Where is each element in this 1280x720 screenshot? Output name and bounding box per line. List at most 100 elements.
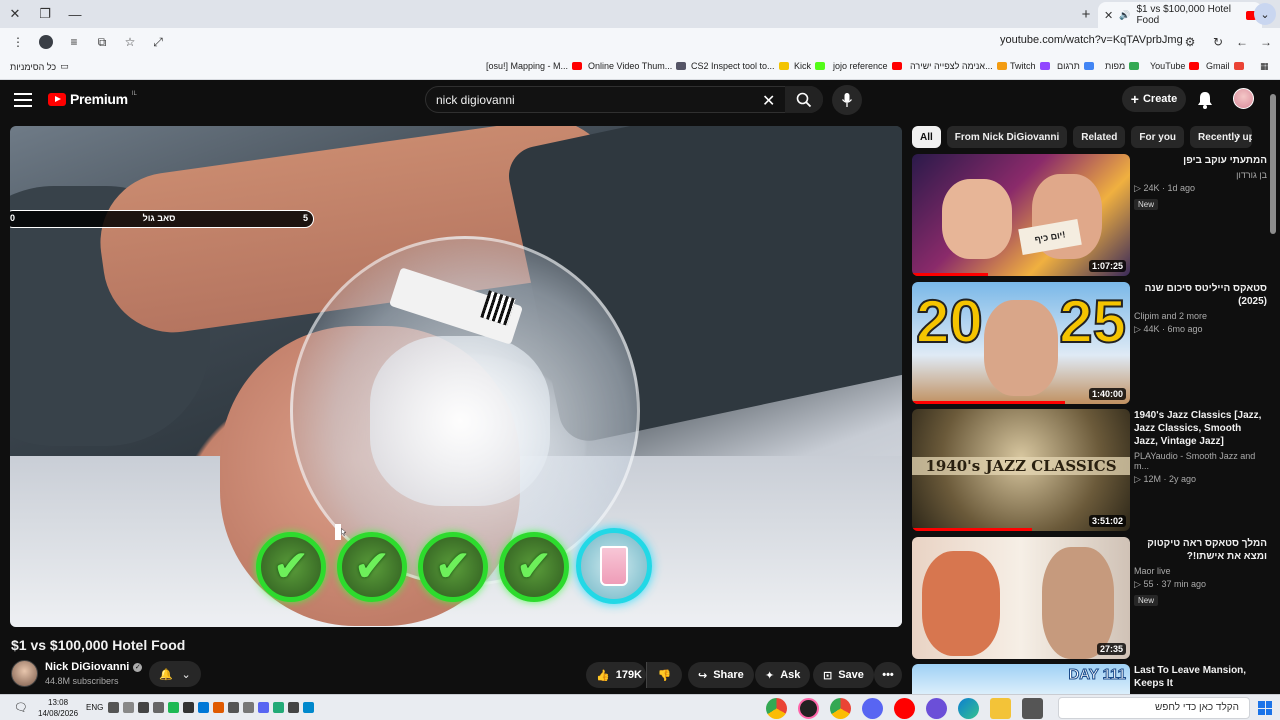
video-thumbnail[interactable]: יום כיף! 1:07:25	[912, 154, 1130, 276]
video-thumbnail[interactable]: 1940's JAZZ CLASSICS 3:51:02	[912, 409, 1130, 531]
bookmark-item[interactable]: Online Video Thum...	[588, 61, 687, 71]
tray-icon[interactable]	[243, 702, 254, 713]
bookmark-item[interactable]: תרגום	[1057, 61, 1094, 71]
bookmark-item[interactable]: YouTube	[1150, 61, 1200, 71]
subscription-bell-button[interactable]: 🔔 ⌄	[149, 661, 201, 687]
ask-button[interactable]: ✦ Ask	[755, 662, 811, 688]
language-indicator[interactable]: ENG	[86, 703, 103, 712]
restore-window-icon[interactable]: ❐	[30, 0, 60, 28]
new-badge: New	[1134, 199, 1159, 210]
tray-icon[interactable]	[108, 702, 119, 713]
clear-search-icon[interactable]: ✕	[762, 91, 775, 111]
app-icon[interactable]	[926, 698, 947, 719]
page-scrollbar[interactable]	[1270, 94, 1276, 694]
new-tab-button[interactable]: +	[1076, 4, 1096, 24]
recommended-video[interactable]: 1940's JAZZ CLASSICS 3:51:02 1940's Jazz…	[912, 409, 1267, 531]
youtube-premium-logo[interactable]: Premium IL	[48, 91, 137, 107]
share-button[interactable]: ↪ Share	[688, 662, 754, 688]
minimize-window-icon[interactable]: —	[60, 0, 90, 28]
bookmark-item[interactable]: CS2 Inspect tool to...	[691, 61, 789, 71]
bookmark-item[interactable]: [osu!] Mapping - M...	[486, 61, 583, 71]
url-text[interactable]: youtube.com/watch?v=KqTAVprbJmg	[1000, 34, 1183, 46]
file-explorer-icon[interactable]	[990, 698, 1011, 719]
video-thumbnail[interactable]: 27:35	[912, 537, 1130, 659]
bookmark-item[interactable]: מפות	[1105, 61, 1140, 71]
recommended-video[interactable]: 27:35 המלך סטאקס ראה טיקטוק ומצא את אישת…	[912, 537, 1267, 659]
tray-icon[interactable]	[213, 702, 224, 713]
tray-icon[interactable]	[198, 702, 209, 713]
tab-title: $1 vs $100,000 Hotel Food	[1136, 4, 1231, 26]
chip-all[interactable]: All	[912, 126, 941, 148]
channel-avatar[interactable]	[11, 660, 38, 687]
create-button[interactable]: + Create	[1122, 86, 1186, 112]
channel-name[interactable]: Nick DiGiovanni ✓	[45, 661, 143, 673]
notifications-icon[interactable]: 🗨	[14, 701, 28, 714]
osu-icon[interactable]	[798, 698, 819, 719]
youtube-music-icon[interactable]	[894, 698, 915, 719]
tray-icon[interactable]	[258, 702, 269, 713]
tray-icon[interactable]	[168, 702, 179, 713]
tab-search-icon[interactable]: ⌄	[1254, 3, 1276, 25]
extensions-icon[interactable]: ⧉	[90, 30, 114, 54]
apps-grid-icon[interactable]: ▦	[1260, 61, 1269, 72]
notifications-bell-icon[interactable]	[1194, 89, 1216, 111]
windows-start-icon[interactable]	[1258, 701, 1272, 715]
install-app-icon[interactable]: ⤢	[146, 30, 170, 54]
bookmark-item[interactable]: אנימה לצפייה ישירה...	[910, 61, 1007, 71]
bookmark-item[interactable]: Twitch	[1010, 61, 1050, 71]
bookmark-item[interactable]: Gmail	[1206, 61, 1244, 71]
search-box[interactable]: nick digiovanni ✕	[425, 86, 823, 113]
account-avatar[interactable]	[1233, 88, 1254, 109]
voice-search-button[interactable]	[832, 85, 862, 115]
all-bookmarks[interactable]: כל הסימניות ▭	[10, 61, 69, 72]
more-actions-button[interactable]: •••	[874, 662, 902, 688]
guide-menu-icon[interactable]	[14, 90, 34, 110]
system-clock[interactable]: 13:08 14/08/2026	[38, 697, 78, 719]
video-thumbnail[interactable]: DAY 111	[912, 664, 1130, 694]
tray-icon[interactable]	[273, 702, 284, 713]
back-icon[interactable]: ←	[1230, 30, 1254, 54]
chip-for-you[interactable]: For you	[1131, 126, 1185, 148]
recommended-video[interactable]: DAY 111 Last To Leave Mansion, Keeps It	[912, 664, 1267, 694]
recommended-video[interactable]: 20 25 1:40:00 סטאקס הייליטס סיכום שנה (2…	[912, 282, 1267, 404]
chip-from-channel[interactable]: From Nick DiGiovanni	[946, 126, 1068, 148]
tray-icon[interactable]	[303, 702, 314, 713]
tray-icon[interactable]	[123, 702, 134, 713]
tab-close-icon[interactable]: ✕	[1104, 9, 1113, 22]
like-button[interactable]: 👍 179K	[586, 662, 646, 688]
edge-icon[interactable]	[958, 698, 979, 719]
recommended-video[interactable]: יום כיף! 1:07:25 המתעתי עוקב ביפן בן גור…	[912, 154, 1267, 276]
search-input[interactable]: nick digiovanni	[436, 93, 515, 107]
tray-icon[interactable]	[288, 702, 299, 713]
task-view-icon[interactable]	[1022, 698, 1043, 719]
site-settings-icon[interactable]: ⚙	[1178, 30, 1202, 54]
search-button[interactable]	[785, 86, 823, 113]
tab-audio-icon[interactable]: 🔊	[1119, 10, 1130, 21]
reload-icon[interactable]: ↻	[1206, 30, 1230, 54]
taskbar-search-input[interactable]: הקלד כאן כדי לחפש	[1058, 697, 1250, 719]
profile-icon[interactable]	[34, 30, 58, 54]
scrollbar-thumb[interactable]	[1270, 94, 1276, 234]
video-thumbnail[interactable]: 20 25 1:40:00	[912, 282, 1130, 404]
bookmark-item[interactable]: Kick	[794, 61, 826, 71]
menu-dots-icon[interactable]: ⋮	[6, 30, 30, 54]
reading-list-icon[interactable]: ≡	[62, 30, 86, 54]
tray-icon[interactable]	[228, 702, 239, 713]
forward-icon[interactable]: →	[1254, 30, 1278, 54]
bookmark-star-icon[interactable]: ☆	[118, 30, 142, 54]
chip-related[interactable]: Related	[1073, 126, 1126, 148]
chevron-right-icon[interactable]: ›	[1236, 128, 1240, 143]
tray-icon[interactable]	[183, 702, 194, 713]
save-button[interactable]: ⊡ Save	[813, 662, 874, 688]
discord-icon[interactable]	[862, 698, 883, 719]
chrome-icon[interactable]	[766, 698, 787, 719]
bookmark-item[interactable]: jojo reference	[833, 61, 902, 71]
close-window-icon[interactable]: ✕	[0, 0, 30, 28]
video-player[interactable]: 0 סאב גול 5 ✔ ✔ ✔ ✔	[10, 126, 902, 627]
active-tab[interactable]: ✕ 🔊 $1 vs $100,000 Hotel Food	[1098, 2, 1262, 28]
dislike-button[interactable]: 👎	[646, 662, 682, 688]
chip-recently-uploaded[interactable]: Recently upl	[1190, 126, 1253, 148]
volume-icon[interactable]	[138, 702, 149, 713]
chrome-icon[interactable]	[830, 698, 851, 719]
network-icon[interactable]	[153, 702, 164, 713]
